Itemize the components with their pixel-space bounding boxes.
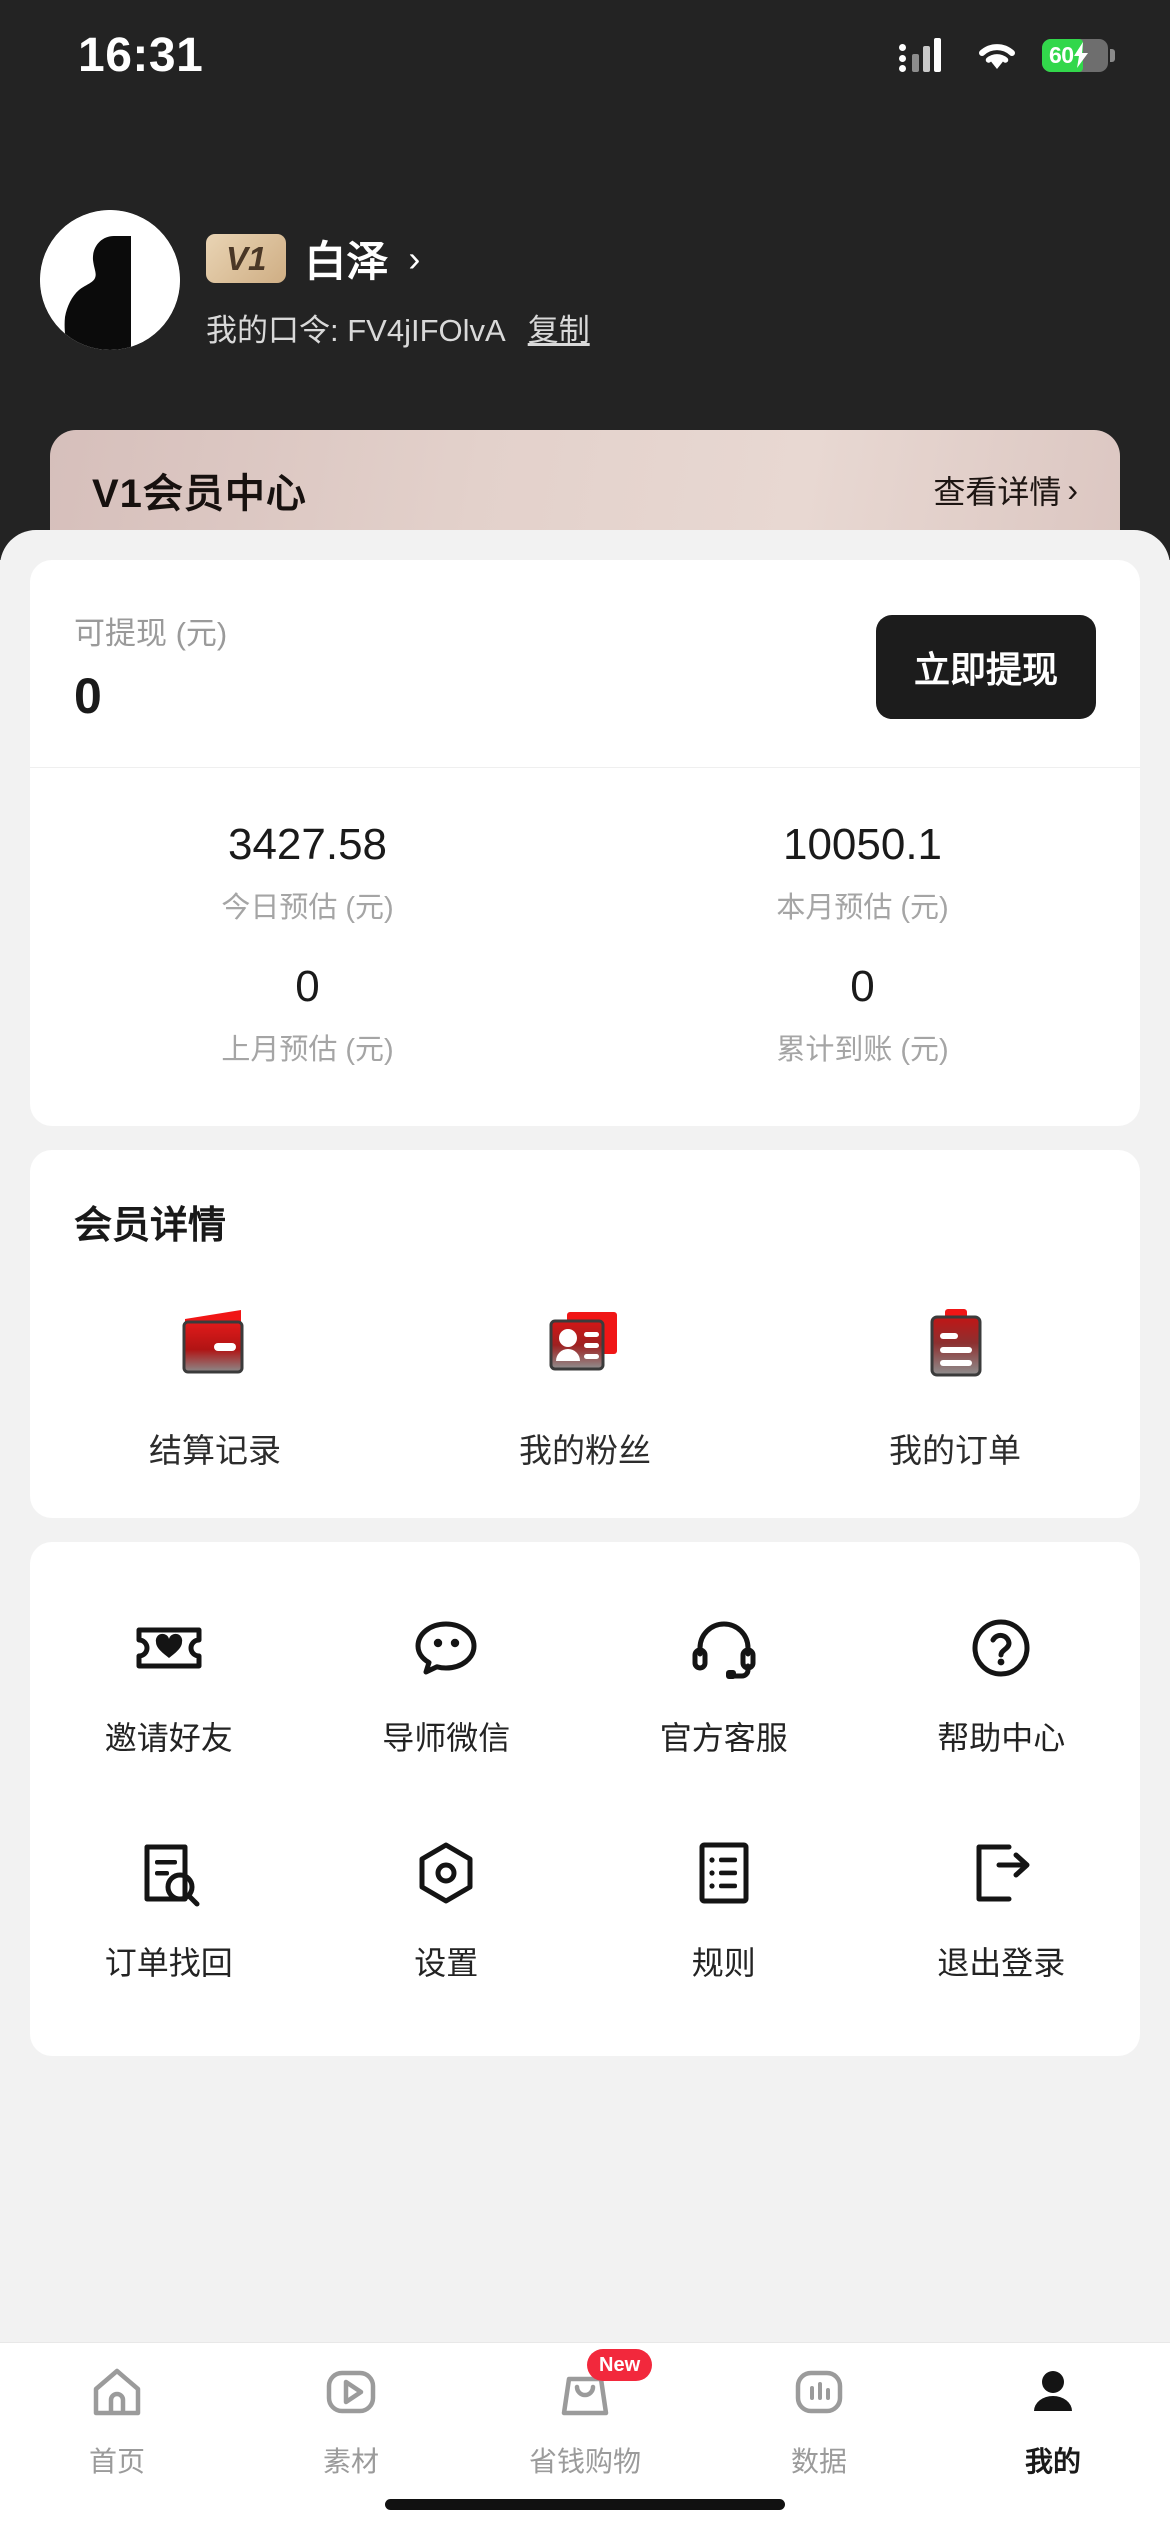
withdrawable-label: 可提现 (元) (74, 616, 228, 651)
stat-value: 0 (295, 962, 320, 1011)
new-badge: New (587, 2349, 653, 2381)
member-details-title: 会员详情 (74, 1205, 227, 1247)
tool-label: 邀请好友 (104, 1720, 233, 1756)
member-item-label: 结算记录 (149, 1432, 281, 1469)
tool-settings[interactable]: 设置 (308, 1813, 586, 2012)
tool-label: 帮助中心 (937, 1720, 1066, 1756)
username: 白泽 (304, 238, 389, 285)
battery-percent: 60 (1049, 41, 1074, 68)
stat-label: 本月预估 (元) (776, 892, 949, 924)
tool-label: 订单找回 (104, 1945, 233, 1981)
member-item-fans[interactable]: 我的粉丝 (400, 1297, 770, 1472)
avatar[interactable] (40, 210, 180, 350)
content-sheet: 可提现 (元) 0 立即提现 3427.58 今日预估 (元) 10050.1 … (0, 530, 1170, 2532)
profile-block[interactable]: V1 白泽 › 我的口令: FV4jIFOlvA 复制 (40, 210, 590, 350)
member-center-detail-label: 查看详情 (933, 474, 1062, 510)
tool-mentor-wechat[interactable]: 导师微信 (308, 1588, 586, 1787)
profile-header: 16:31 60 V1 白泽 › 我的口令: FV4jIFOlvA 复制 V1会… (0, 0, 1170, 560)
tool-label: 导师微信 (382, 1720, 511, 1756)
member-details-card: 会员详情 结算记录 我的粉丝 我的订单 (30, 1150, 1140, 1518)
stats-grid: 3427.58 今日预估 (元) 10050.1 本月预估 (元) 0 上月预估… (30, 768, 1140, 1126)
stat-label: 累计到账 (元) (776, 1034, 949, 1066)
tool-official-service[interactable]: 官方客服 (585, 1588, 863, 1787)
wifi-icon (974, 38, 1020, 72)
tab-label: 省钱购物 (528, 2446, 641, 2477)
tool-label: 规则 (691, 1945, 756, 1981)
stat-item[interactable]: 3427.58 今日预估 (元) (30, 802, 585, 944)
stat-item[interactable]: 0 上月预估 (元) (30, 944, 585, 1086)
tab-shopping[interactable]: New 省钱购物 (468, 2349, 702, 2480)
logout-icon (963, 1835, 1039, 1916)
list-document-icon (686, 1835, 762, 1916)
question-circle-icon (963, 1610, 1039, 1691)
stat-value: 10050.1 (782, 820, 943, 869)
tab-profile[interactable]: 我的 (936, 2361, 1170, 2480)
withdrawable-amount: 0 (74, 668, 102, 724)
tool-logout[interactable]: 退出登录 (863, 1813, 1141, 2012)
tab-label: 我的 (1024, 2446, 1081, 2477)
member-item-label: 我的订单 (889, 1432, 1021, 1469)
member-center-detail-link[interactable]: 查看详情 › (933, 467, 1078, 513)
status-bar: 16:31 60 (0, 0, 1170, 110)
level-badge: V1 (206, 233, 287, 284)
stat-label: 今日预估 (元) (221, 892, 394, 924)
invite-code-text: 我的口令: FV4jIFOlvA (206, 313, 506, 348)
member-item-settlement[interactable]: 结算记录 (30, 1297, 400, 1472)
headset-icon (686, 1610, 762, 1691)
tab-label: 素材 (322, 2446, 379, 2477)
tool-label: 设置 (414, 1945, 479, 1981)
wallet-icon (167, 1297, 263, 1398)
tools-card: 邀请好友 导师微信 官方客服 帮助中心 订单找回 设置 规则 退出登录 (30, 1542, 1140, 2056)
tool-help-center[interactable]: 帮助中心 (863, 1588, 1141, 1787)
hexagon-gear-icon (408, 1835, 484, 1916)
tools-grid: 邀请好友 导师微信 官方客服 帮助中心 订单找回 设置 规则 退出登录 (30, 1588, 1140, 2012)
bar-chart-icon (788, 2361, 850, 2428)
member-center-title: V1会员中心 (92, 472, 307, 516)
home-indicator (385, 2499, 785, 2510)
withdraw-button[interactable]: 立即提现 (875, 614, 1096, 719)
app-screen: 16:31 60 V1 白泽 › 我的口令: FV4jIFOlvA 复制 V1会… (0, 0, 1170, 2532)
tab-home[interactable]: 首页 (0, 2361, 234, 2480)
member-item-orders[interactable]: 我的订单 (770, 1297, 1140, 1472)
tool-label: 官方客服 (659, 1720, 788, 1756)
cellular-signal-icon (899, 38, 952, 72)
wechat-bubble-icon (408, 1610, 484, 1691)
tab-label: 数据 (790, 2446, 847, 2477)
tool-order-recovery[interactable]: 订单找回 (30, 1813, 308, 2012)
chevron-right-icon[interactable]: › (408, 238, 420, 280)
stat-value: 0 (850, 962, 875, 1011)
wallet-card: 可提现 (元) 0 立即提现 3427.58 今日预估 (元) 10050.1 … (30, 560, 1140, 1126)
home-icon (86, 2361, 148, 2428)
tab-label: 首页 (88, 2446, 145, 2477)
clipboard-order-icon (907, 1297, 1003, 1398)
stat-value: 3427.58 (227, 820, 388, 869)
tool-label: 退出登录 (937, 1945, 1066, 1981)
stat-item[interactable]: 0 累计到账 (元) (585, 944, 1140, 1086)
person-icon (1022, 2361, 1084, 2428)
tab-data[interactable]: 数据 (702, 2361, 936, 2480)
id-card-icon (537, 1297, 633, 1398)
chevron-right-icon: › (1067, 471, 1078, 508)
bottom-tab-bar: 首页 素材 New 省钱购物 数据 我的 (0, 2342, 1170, 2532)
stat-label: 上月预估 (元) (221, 1034, 394, 1066)
member-item-label: 我的粉丝 (519, 1432, 651, 1469)
tab-materials[interactable]: 素材 (234, 2361, 468, 2480)
video-play-icon (320, 2361, 382, 2428)
ticket-heart-icon (131, 1610, 207, 1691)
battery-charging-icon: 60 (1042, 38, 1115, 72)
document-search-icon (131, 1835, 207, 1916)
stat-item[interactable]: 10050.1 本月预估 (元) (585, 802, 1140, 944)
tool-rules[interactable]: 规则 (585, 1813, 863, 2012)
status-bar-clock: 16:31 (78, 28, 204, 82)
tool-invite-friends[interactable]: 邀请好友 (30, 1588, 308, 1787)
copy-code-button[interactable]: 复制 (528, 305, 590, 350)
